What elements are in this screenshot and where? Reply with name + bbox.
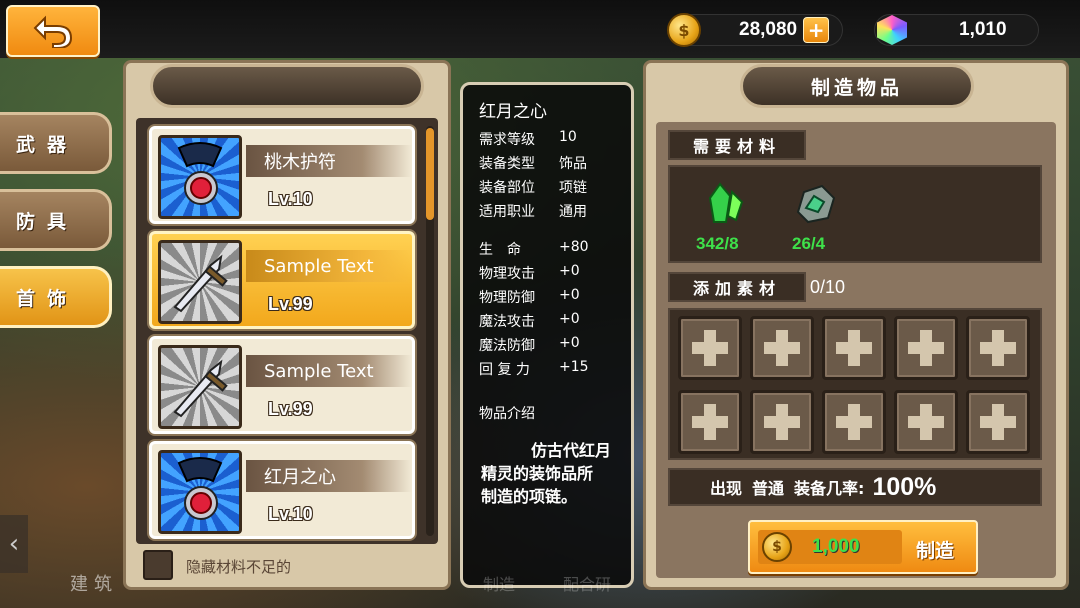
stat-row: 回 复 力 +15	[479, 359, 589, 378]
gold-coin-icon: $	[667, 13, 701, 47]
material-slot[interactable]	[750, 316, 814, 380]
sword-icon	[158, 240, 242, 324]
gem-counter: 1,010	[874, 14, 1039, 46]
materials-label: 需要材料	[668, 130, 806, 160]
bg-build-label: 建筑	[70, 574, 118, 595]
stat-row: 魔法防御 +0	[479, 335, 580, 354]
plus-icon	[692, 404, 728, 440]
item-level: Lv.10	[268, 504, 313, 524]
stat-row: 物理防御 +0	[479, 287, 580, 306]
craft-cost: 1,000	[812, 536, 860, 557]
amulet-icon	[158, 135, 242, 219]
info-row: 需求等级 10	[479, 129, 577, 148]
list-item[interactable]: Sample Text Lv.99	[149, 336, 415, 434]
gem-icon	[877, 15, 907, 45]
item-level: Lv.10	[268, 189, 313, 209]
material-count: 342/8	[696, 234, 739, 253]
item-name: Sample Text	[246, 355, 412, 387]
craft-button[interactable]: $ 1,000 制造	[748, 520, 978, 574]
list-item[interactable]: 桃木护符 Lv.10	[149, 126, 415, 224]
item-name: 桃木护符	[246, 145, 412, 177]
material-slot[interactable]	[966, 316, 1030, 380]
item-description-label: 物品介绍	[479, 406, 535, 422]
material-slot[interactable]	[678, 316, 742, 380]
plus-icon	[764, 404, 800, 440]
item-list-scrollbar[interactable]	[426, 126, 434, 536]
chance-row: 出现 普通 装备几率: 100%	[668, 468, 1042, 506]
plus-icon	[836, 330, 872, 366]
chance-quality: 普通	[752, 479, 785, 498]
info-row: 装备类型 饰品	[479, 156, 587, 172]
material-slot[interactable]	[750, 390, 814, 454]
tab-accessories[interactable]: 首饰	[0, 266, 112, 328]
plus-icon	[836, 404, 872, 440]
scrollbar-thumb[interactable]	[426, 128, 434, 220]
stat-row: 生 命 +80	[479, 239, 589, 258]
plus-icon	[980, 330, 1016, 366]
plus-icon	[764, 330, 800, 366]
amulet-icon	[158, 450, 242, 534]
plus-icon	[692, 330, 728, 366]
tab-armor[interactable]: 防具	[0, 189, 112, 251]
material-slot[interactable]	[822, 316, 886, 380]
add-gold-button[interactable]: +	[803, 17, 830, 43]
plus-icon	[980, 404, 1016, 440]
chance-prefix: 出现	[710, 479, 743, 498]
hide-insufficient-checkbox[interactable]	[143, 550, 173, 580]
back-arrow-icon	[33, 15, 73, 48]
bg-make-label: 制造	[483, 575, 516, 594]
chance-value: 100%	[872, 472, 937, 501]
info-row: 适用职业 通用	[479, 204, 587, 220]
tab-weapons[interactable]: 武器	[0, 112, 112, 174]
item-level: Lv.99	[268, 294, 313, 314]
item-name: Sample Text	[246, 250, 412, 282]
item-info-title: 红月之心	[479, 102, 547, 122]
craft-title: 制造物品	[810, 76, 903, 99]
gold-counter: $ 28,080 +	[667, 13, 843, 47]
plus-icon	[908, 404, 944, 440]
back-button[interactable]	[6, 5, 100, 57]
hide-insufficient-label: 隐藏材料不足的	[186, 558, 292, 576]
bg-nav-left-arrow: ‹	[0, 515, 28, 573]
craft-button-label: 制造	[916, 540, 955, 562]
green-crystal-icon	[700, 182, 746, 232]
list-item[interactable]: Sample Text Lv.99	[149, 231, 415, 329]
bg-config-label: 配合研	[563, 575, 612, 594]
add-material-label: 添加素材	[668, 272, 806, 302]
list-item[interactable]: 红月之心 Lv.10	[149, 441, 415, 539]
gold-amount: 28,080	[739, 19, 798, 40]
material-slot[interactable]	[822, 390, 886, 454]
cost-box: $ 1,000	[758, 530, 902, 564]
chance-label: 装备几率:	[794, 479, 865, 498]
material-slot[interactable]	[894, 390, 958, 454]
stat-row: 魔法攻击 +0	[479, 311, 580, 330]
material-slot[interactable]	[966, 390, 1030, 454]
item-level: Lv.99	[268, 399, 313, 419]
item-name: 红月之心	[246, 460, 412, 492]
plus-icon	[908, 330, 944, 366]
gem-amount: 1,010	[959, 19, 1007, 40]
sword-icon	[158, 345, 242, 429]
material-slot[interactable]	[678, 390, 742, 454]
info-row: 装备部位 项链	[479, 180, 587, 196]
gold-coin-icon: $	[762, 532, 792, 562]
add-material-count: 0/10	[810, 277, 846, 297]
item-description: 仿古代红月 精灵的装饰品所 制造的项链。	[481, 441, 612, 506]
stat-row: 物理攻击 +0	[479, 263, 580, 282]
item-info-panel: 红月之心 需求等级 10 装备类型 饰品 装备部位 项链 适用职业 通用 生 命 +80 …	[460, 82, 634, 594]
ore-icon	[792, 182, 838, 232]
item-list-header	[150, 64, 424, 108]
material-count: 26/4	[792, 234, 826, 253]
craft-title-bar: 制造物品	[740, 64, 974, 108]
material-slot[interactable]	[894, 316, 958, 380]
